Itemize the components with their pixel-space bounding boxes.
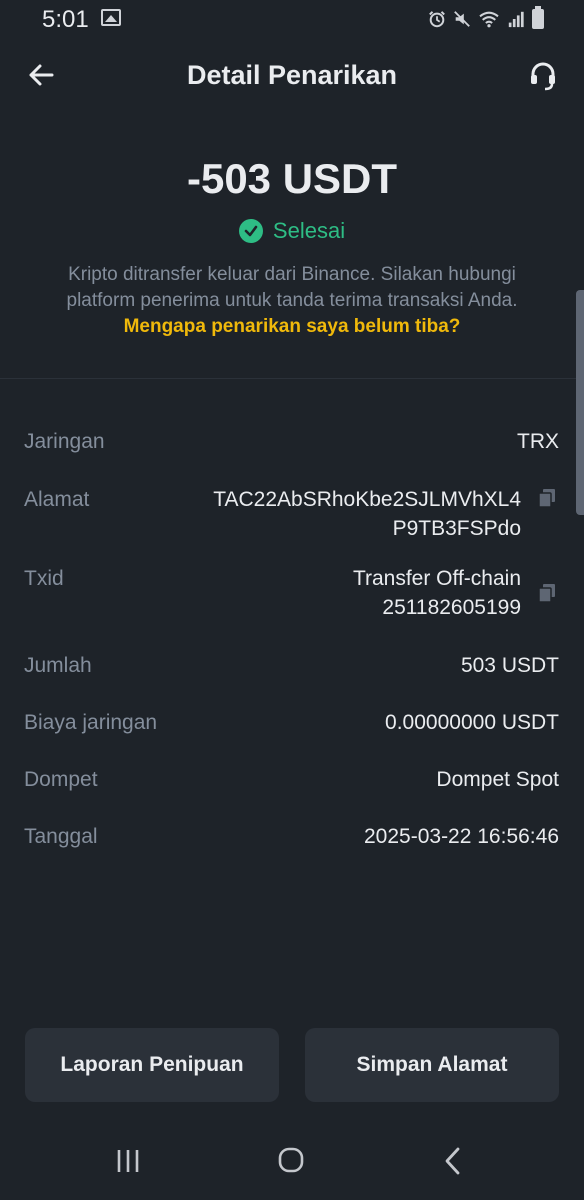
mute-icon	[454, 11, 470, 27]
network-fee-value: 0.00000000 USDT	[385, 711, 559, 734]
status-badge: Selesai	[272, 218, 346, 243]
recent-apps-icon[interactable]	[115, 1148, 141, 1174]
signal-icon	[508, 11, 524, 28]
alarm-icon	[429, 11, 445, 28]
wallet-label: Dompet	[24, 768, 98, 791]
address-line-1: TAC22AbSRhoKbe2SJLMVhXL4	[213, 488, 521, 511]
wifi-icon	[479, 11, 499, 28]
address-label: Alamat	[24, 488, 90, 511]
txid-value: Transfer Off-chain 251182605199	[353, 564, 521, 622]
check-circle-icon	[238, 219, 263, 243]
battery-icon	[532, 6, 544, 29]
txid-line-1: Transfer Off-chain	[352, 567, 521, 590]
report-fraud-button[interactable]: Laporan Penipuan	[25, 1028, 279, 1102]
wallet-value: Dompet Spot	[436, 768, 559, 791]
help-link[interactable]: Mengapa penarikan saya belum tiba?	[0, 316, 584, 338]
status-icons	[428, 6, 544, 32]
amount-value: 503 USDT	[460, 654, 559, 677]
network-label: Jaringan	[24, 430, 105, 453]
address-line-2: P9TB3FSPdo	[392, 517, 521, 540]
back-icon[interactable]	[442, 1147, 464, 1175]
txid-line-2: 251182605199	[382, 596, 521, 619]
status-row: Selesai	[0, 218, 584, 244]
copy-address-icon[interactable]	[538, 488, 556, 508]
txid-label: Txid	[24, 567, 64, 590]
withdrawal-amount: -503 USDT	[186, 155, 398, 202]
save-address-button[interactable]: Simpan Alamat	[305, 1028, 559, 1102]
page-title: Detail Penarikan	[186, 60, 398, 90]
divider	[0, 378, 584, 379]
network-value: TRX	[517, 430, 559, 453]
home-icon[interactable]	[278, 1147, 304, 1173]
address-value: TAC22AbSRhoKbe2SJLMVhXL4 P9TB3FSPdo	[213, 485, 521, 543]
headset-icon[interactable]	[528, 60, 558, 92]
description-text: Kripto ditransfer keluar dari Binance. S…	[66, 264, 518, 311]
network-fee-label: Biaya jaringan	[24, 711, 158, 734]
image-icon	[101, 9, 121, 26]
scrollbar[interactable]	[576, 290, 584, 515]
copy-txid-icon[interactable]	[538, 583, 556, 603]
amount-label: Jumlah	[24, 654, 92, 677]
date-value: 2025-03-22 16:56:46	[364, 825, 559, 848]
status-time: 5:01	[42, 6, 89, 33]
date-label: Tanggal	[24, 825, 98, 848]
